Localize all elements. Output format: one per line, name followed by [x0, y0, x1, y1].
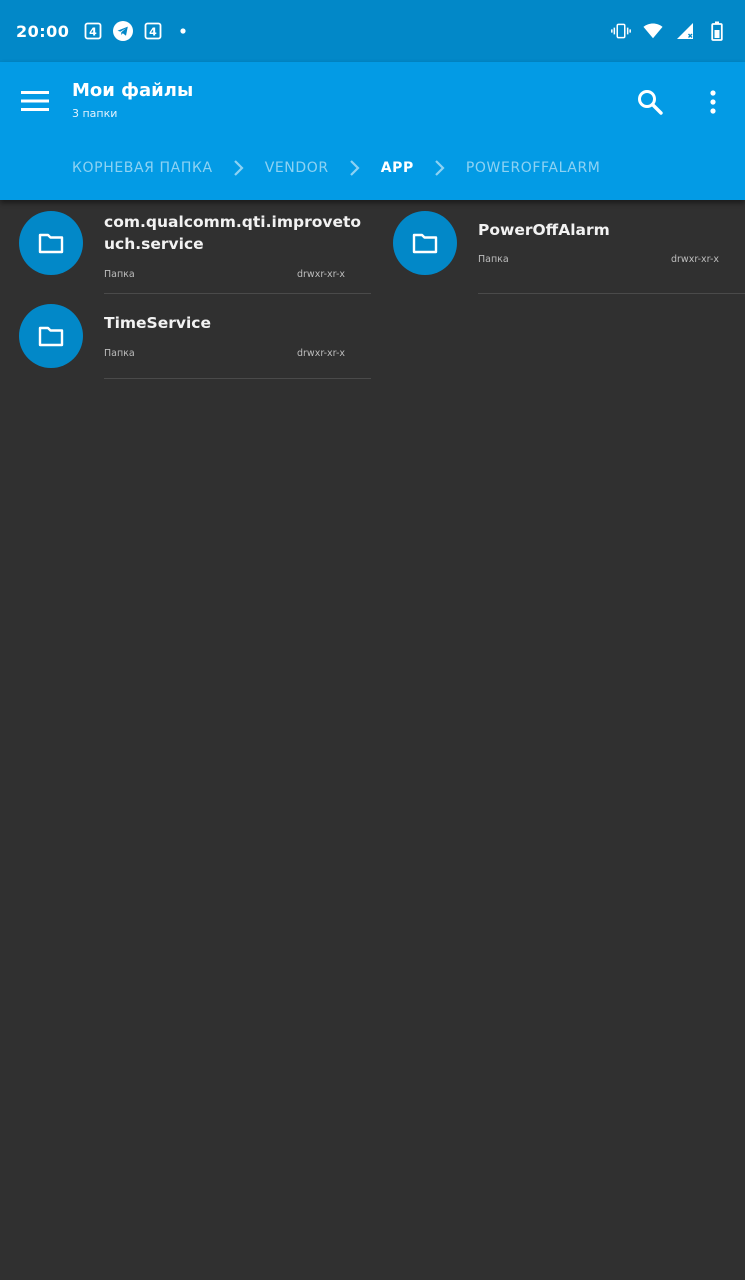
more-vert-icon [710, 90, 716, 114]
breadcrumb-item-poweroffalarm[interactable]: POWEROFFALARM [466, 160, 601, 176]
folder-item[interactable]: TimeService Папка drwxr-xr-x [0, 294, 372, 380]
status-left: 20:00 4 4 [16, 0, 193, 62]
chevron-right-icon [329, 155, 381, 181]
signal-icon [675, 21, 695, 41]
folder-icon [412, 233, 438, 254]
folder-name: com.qualcomm.qti.improveto uch.service [104, 211, 370, 255]
divider [104, 378, 371, 379]
status-bar: 20:00 4 4 [0, 0, 745, 62]
search-icon [638, 90, 663, 115]
breadcrumb-item-app[interactable]: APP [381, 160, 414, 176]
notification-dot-icon [173, 21, 193, 41]
folder-type: Папка [104, 348, 135, 359]
folder-name: PowerOffAlarm [478, 221, 610, 239]
folder-permissions: drwxr-xr-x [671, 254, 720, 265]
folder-permissions: drwxr-xr-x [297, 348, 346, 359]
folder-name-line: com.qualcomm.qti.improveto [104, 213, 362, 231]
folder-type: Папка [478, 254, 509, 265]
battery-icon [707, 21, 727, 41]
folder-item[interactable]: com.qualcomm.qti.improveto uch.service П… [0, 200, 372, 294]
folder-name: TimeService [104, 314, 211, 332]
status-time: 20:00 [16, 21, 70, 41]
breadcrumb-item-root[interactable]: КОРНЕВАЯ ПАПКА [72, 160, 213, 176]
sim-4g-icon: 4 [143, 21, 163, 41]
folder-permissions: drwxr-xr-x [297, 269, 346, 280]
search-button[interactable] [634, 86, 666, 118]
chevron-right-icon [414, 155, 466, 181]
wifi-icon [643, 21, 663, 41]
breadcrumb: КОРНЕВАЯ ПАПКА VENDOR APP POWEROFFALARM [72, 155, 601, 181]
svg-text:4: 4 [90, 26, 98, 39]
hamburger-menu-icon [21, 91, 49, 111]
title-block: Мои файлы 3 папки [72, 80, 193, 120]
folder-type: Папка [104, 269, 135, 280]
app-bar: Мои файлы 3 папки КОРНЕВАЯ ПАПКА VENDOR … [0, 62, 745, 200]
vibrate-icon [611, 21, 631, 41]
folder-item[interactable]: PowerOffAlarm Папка drwxr-xr-x [374, 200, 745, 294]
telegram-icon [113, 21, 134, 41]
status-right [611, 0, 727, 62]
folder-avatar [19, 304, 83, 368]
folder-icon [38, 326, 64, 347]
breadcrumb-item-vendor[interactable]: VENDOR [265, 160, 329, 176]
chevron-right-icon [213, 155, 265, 181]
page-subtitle: 3 папки [72, 107, 118, 120]
divider [478, 293, 745, 294]
folder-grid: com.qualcomm.qti.improveto uch.service П… [0, 200, 745, 1280]
folder-name-line: uch.service [104, 235, 204, 253]
more-options-button[interactable] [700, 86, 726, 118]
sim-4g-icon: 4 [83, 21, 103, 41]
page-title: Мои файлы [72, 80, 194, 101]
svg-text:4: 4 [150, 26, 158, 39]
folder-avatar [19, 211, 83, 275]
folder-icon [38, 233, 64, 254]
folder-avatar [393, 211, 457, 275]
menu-button[interactable] [17, 86, 53, 116]
